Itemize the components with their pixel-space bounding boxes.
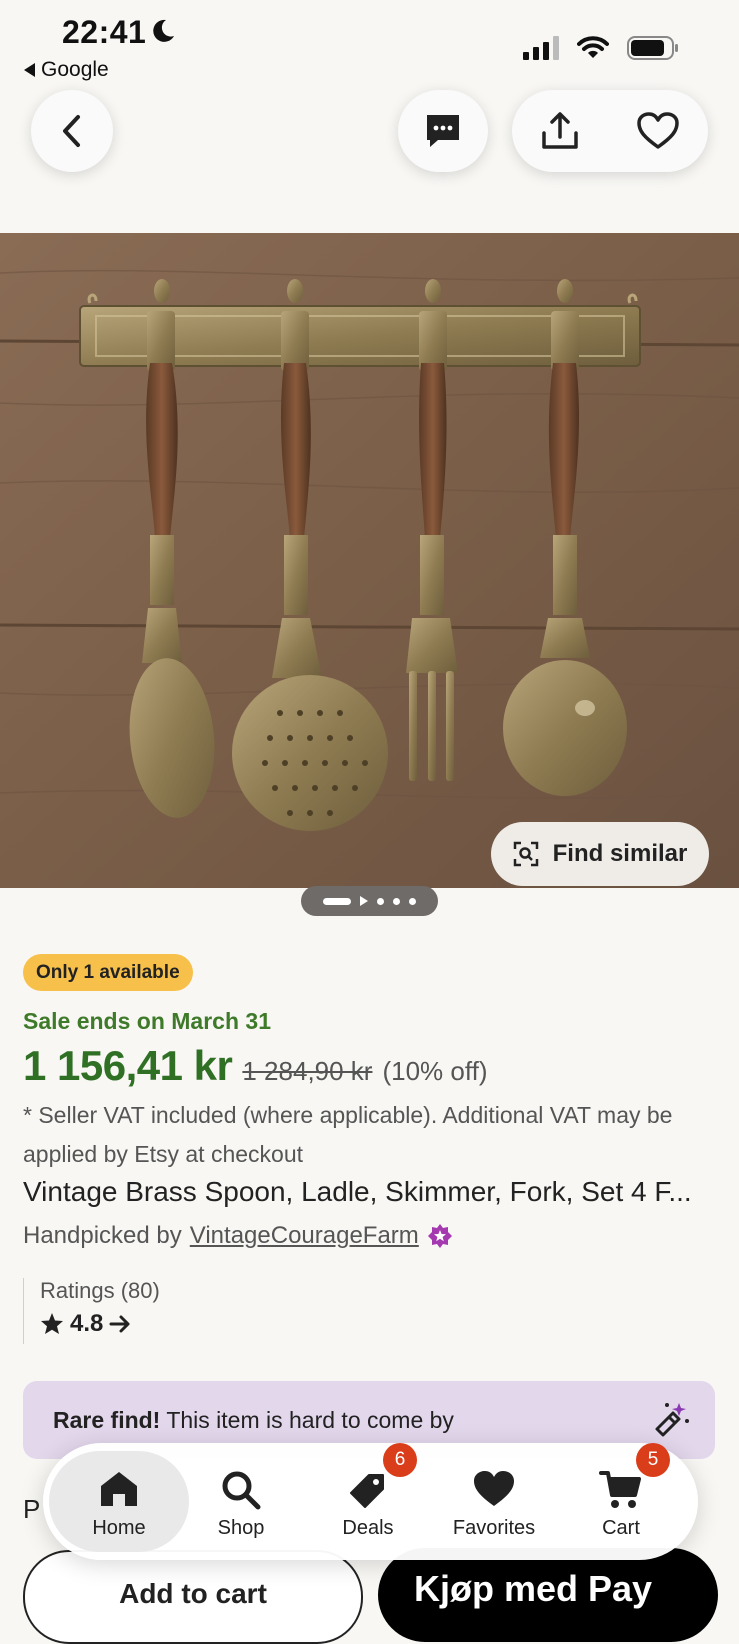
add-to-cart-button[interactable]: Add to cart bbox=[23, 1550, 363, 1644]
cart-badge: 5 bbox=[636, 1443, 670, 1477]
tab-cart[interactable]: 5 Cart bbox=[558, 1443, 684, 1552]
star-icon bbox=[41, 1313, 63, 1334]
status-icons bbox=[523, 36, 679, 60]
tab-shop-label: Shop bbox=[217, 1517, 265, 1539]
add-to-cart-label: Add to cart bbox=[119, 1578, 267, 1609]
play-icon bbox=[360, 896, 368, 906]
tab-bar: Home Shop 6 Deals Favorites 5 Cart bbox=[43, 1443, 698, 1560]
image-pager[interactable] bbox=[301, 886, 438, 916]
sale-price: 1 156,41 kr bbox=[23, 1042, 233, 1089]
battery-icon bbox=[627, 36, 678, 60]
moon-icon bbox=[153, 19, 174, 42]
original-price: 1 284,90 kr bbox=[242, 1056, 373, 1086]
search-icon bbox=[222, 1471, 261, 1510]
ratings-block[interactable]: Ratings (80) 4.8 bbox=[23, 1278, 160, 1344]
pager-dot bbox=[377, 897, 384, 905]
tab-deals[interactable]: 6 Deals bbox=[305, 1443, 431, 1552]
home-icon bbox=[101, 1472, 137, 1506]
magic-wand-icon bbox=[655, 1403, 689, 1437]
message-icon bbox=[427, 115, 459, 147]
wifi-icon bbox=[577, 36, 609, 58]
vat-note: * Seller VAT included (where applicable)… bbox=[23, 1102, 673, 1167]
section-heading-peek: P bbox=[23, 1494, 41, 1524]
handpicked-prefix: Handpicked by bbox=[23, 1222, 182, 1249]
ratings-label: Ratings (80) bbox=[40, 1278, 160, 1303]
back-app-label: Google bbox=[41, 58, 109, 81]
sale-ends: Sale ends on March 31 bbox=[23, 1008, 271, 1034]
rare-find-desc: This item is hard to come by bbox=[166, 1407, 454, 1433]
arrow-right-icon bbox=[109, 1315, 130, 1333]
tab-home[interactable]: Home bbox=[49, 1451, 189, 1552]
find-similar-label: Find similar bbox=[552, 840, 688, 867]
utensils-photo bbox=[0, 233, 739, 888]
tab-favorites-label: Favorites bbox=[452, 1517, 536, 1539]
pager-dot-active bbox=[323, 897, 351, 905]
handpicked-by: Handpicked by VintageCourageFarm bbox=[23, 1222, 453, 1250]
back-triangle-icon bbox=[24, 63, 35, 77]
chevron-left-icon bbox=[63, 115, 80, 147]
star-seller-icon bbox=[427, 1224, 452, 1248]
discount-percent: (10% off) bbox=[382, 1056, 488, 1086]
message-seller-button[interactable] bbox=[398, 90, 488, 172]
visual-search-icon bbox=[513, 841, 538, 867]
deals-badge: 6 bbox=[383, 1443, 417, 1477]
heart-outline-icon[interactable] bbox=[636, 111, 680, 151]
cart-icon bbox=[599, 1471, 641, 1508]
rating-value: 4.8 bbox=[70, 1310, 104, 1337]
rare-find-bold: Rare find! bbox=[53, 1407, 161, 1433]
availability-badge: Only 1 available bbox=[23, 954, 193, 991]
price-row: 1 156,41 kr 1 284,90 kr (10% off) bbox=[23, 1042, 487, 1090]
shop-link[interactable]: VintageCourageFarm bbox=[190, 1222, 419, 1250]
product-title[interactable]: Vintage Brass Spoon, Ladle, Skimmer, For… bbox=[23, 1176, 723, 1208]
tab-home-label: Home bbox=[92, 1517, 146, 1539]
tab-deals-label: Deals bbox=[342, 1517, 394, 1539]
tag-icon bbox=[350, 1474, 384, 1508]
back-button[interactable] bbox=[31, 90, 113, 172]
status-time: 22:41 bbox=[62, 14, 147, 50]
back-to-app[interactable]: Google bbox=[24, 58, 109, 82]
rating-value-row: 4.8 bbox=[40, 1310, 160, 1338]
heart-icon bbox=[474, 1471, 514, 1506]
product-image[interactable] bbox=[0, 233, 739, 888]
rare-find-text: Rare find! This item is hard to come by bbox=[53, 1407, 454, 1434]
apple-pay-button[interactable]: Kjøp med Pay bbox=[378, 1548, 718, 1642]
tab-cart-label: Cart bbox=[602, 1517, 640, 1539]
tab-favorites[interactable]: Favorites bbox=[431, 1451, 557, 1552]
find-similar-button[interactable]: Find similar bbox=[491, 822, 709, 886]
apple-pay-label: Kjøp med Pay bbox=[414, 1568, 653, 1609]
tab-shop[interactable]: Shop bbox=[178, 1451, 304, 1552]
signal-icon bbox=[523, 36, 559, 60]
pager-dot bbox=[409, 897, 416, 905]
pager-dot bbox=[393, 897, 400, 905]
share-icon[interactable] bbox=[540, 111, 580, 151]
share-favorite-group bbox=[512, 90, 708, 172]
